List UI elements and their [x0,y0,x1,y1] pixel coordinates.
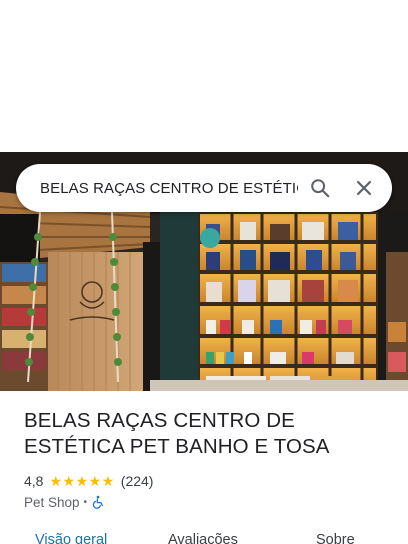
category-label: Pet Shop [24,494,80,510]
search-bar[interactable]: BELAS RAÇAS CENTRO DE ESTÉTIC [16,164,392,212]
star-icon: ★ [62,473,76,489]
review-count: (224) [120,473,154,489]
close-button[interactable] [342,164,386,212]
close-icon [355,179,373,197]
place-name: BELAS RAÇAS CENTRO DE ESTÉTICA PET BANHO… [24,409,330,458]
separator: • [83,496,88,508]
search-input[interactable]: BELAS RAÇAS CENTRO DE ESTÉTIC [40,179,298,197]
blank-area [0,0,408,152]
star-icon: ★ [101,473,115,489]
tab-reviews[interactable]: Avaliações [168,532,238,544]
tab-overview[interactable]: Visão geral [35,532,107,544]
wheelchair-icon [91,495,105,509]
rating-value: 4,8 [24,473,44,489]
star-icon: ★ [49,473,63,489]
star-rating: ★ ★ ★ ★ ★ [49,474,114,488]
tab-bar: Visão geral Avaliações Sobre [0,530,408,544]
star-icon: ★ [75,473,89,489]
search-icon [309,177,331,199]
search-button[interactable] [298,164,342,212]
star-icon: ★ [88,473,102,489]
rating-row[interactable]: 4,8 ★ ★ ★ ★ ★ (224) [24,472,153,490]
category-row: Pet Shop • [24,493,105,511]
tab-about[interactable]: Sobre [316,532,355,544]
